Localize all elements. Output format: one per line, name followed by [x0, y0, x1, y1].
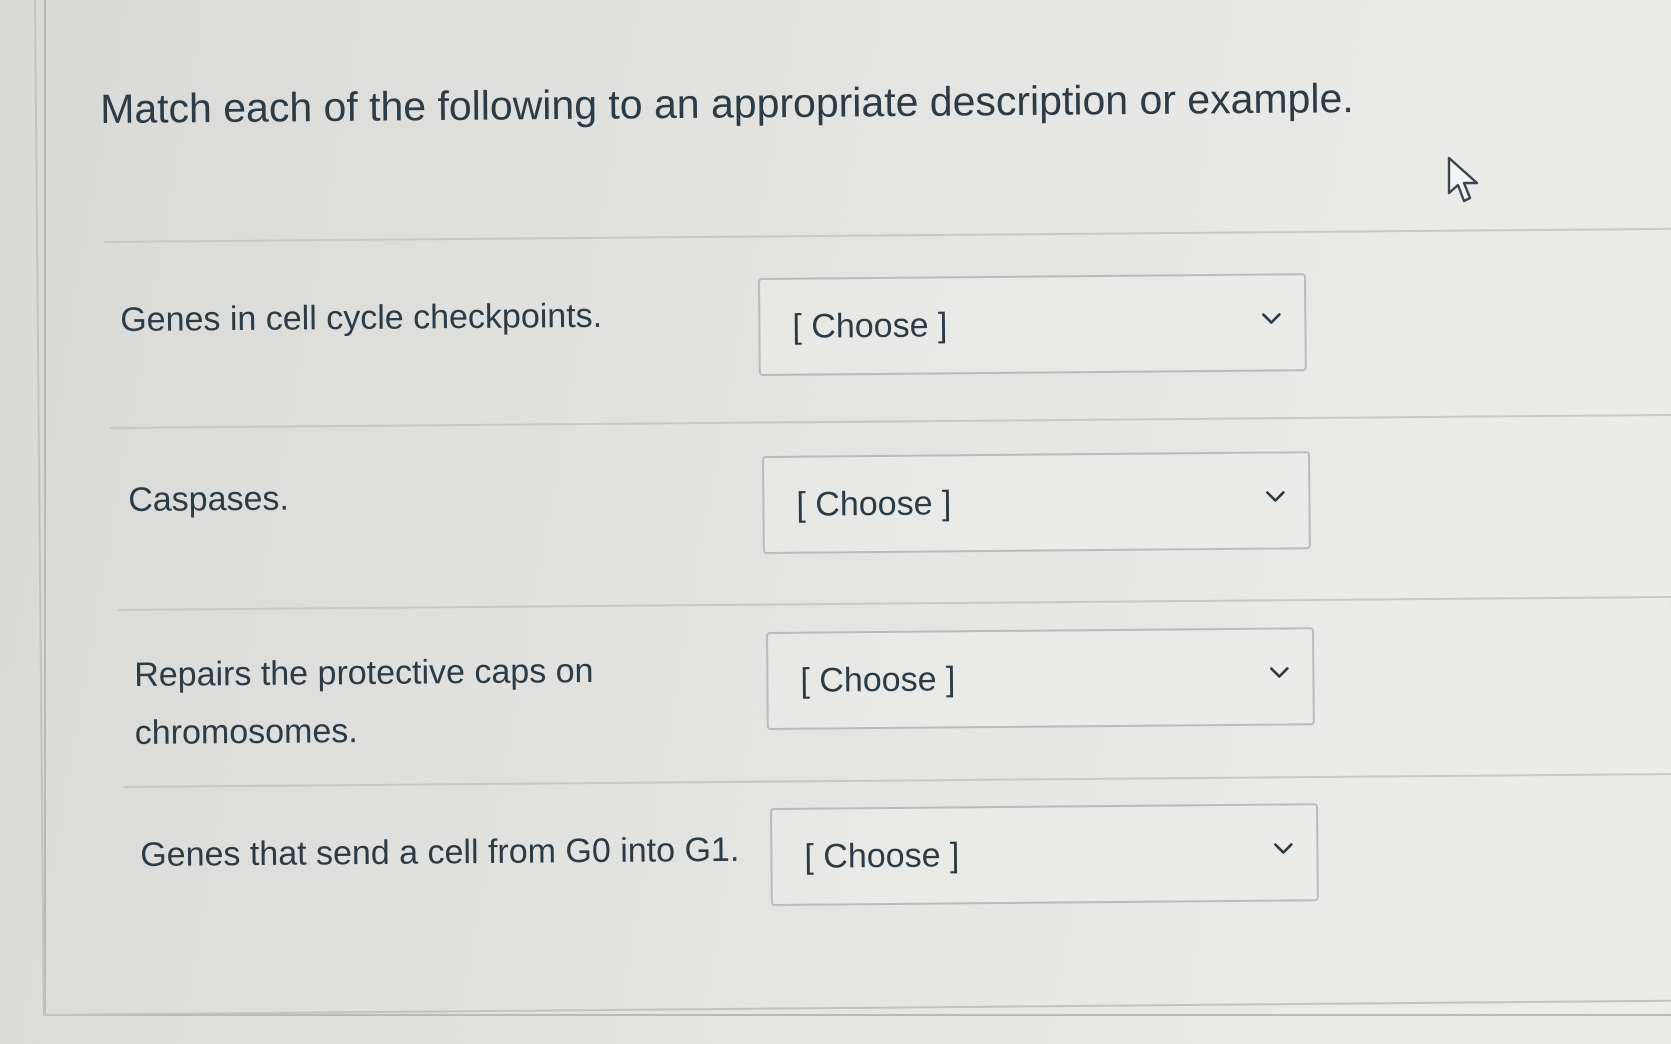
match-label-telomerase: Repairs the protective caps on chromosom… [134, 642, 594, 762]
select-value: [ Choose ] [792, 306, 948, 346]
match-label-g0-g1-genes: Genes that send a cell from G0 into G1. [140, 830, 740, 874]
match-label-checkpoint-genes: Genes in cell cycle checkpoints. [120, 296, 603, 339]
match-select-checkpoint-genes[interactable]: [ Choose ] [758, 273, 1307, 376]
match-select-caspases[interactable]: [ Choose ] [762, 451, 1311, 554]
chevron-down-icon [1270, 667, 1289, 678]
match-select-g0-g1-genes[interactable]: [ Choose ] [770, 803, 1319, 906]
match-select-telomerase[interactable]: [ Choose ] [766, 627, 1315, 730]
chevron-down-icon [1262, 313, 1281, 324]
match-label-line: chromosomes. [134, 712, 358, 752]
select-value: [ Choose ] [796, 484, 952, 524]
match-label-caspases: Caspases. [128, 479, 290, 519]
mouse-cursor-icon [1447, 156, 1479, 203]
select-value: [ Choose ] [804, 836, 960, 876]
chevron-down-icon [1274, 843, 1293, 854]
chevron-down-icon [1266, 491, 1285, 502]
match-label-line: Repairs the protective caps on [134, 651, 594, 694]
select-value: [ Choose ] [800, 660, 956, 700]
